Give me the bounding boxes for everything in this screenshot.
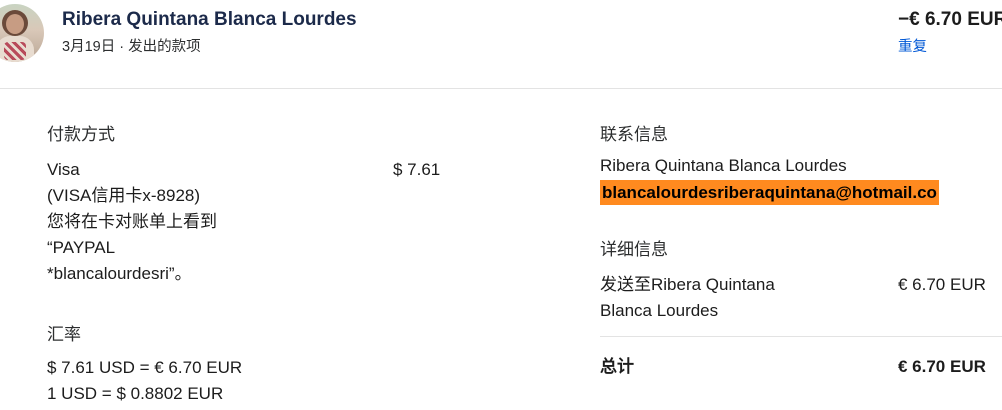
payment-method-amount: $ 7.61: [393, 160, 441, 179]
payment-method-heading: 付款方式: [47, 125, 115, 144]
sent-amount: € 6.70 EUR: [898, 275, 986, 294]
sent-to-line1: 发送至Ribera Quintana: [600, 275, 775, 294]
header-divider: [0, 88, 1002, 89]
payment-method-name: Visa: [47, 160, 80, 179]
sent-to-line2: Blanca Lourdes: [600, 301, 719, 320]
transaction-amount: −€ 6.70 EUR: [898, 9, 1002, 30]
total-label: 总计: [600, 357, 634, 376]
statement-descriptor-line1: 您将在卡对账单上看到: [47, 212, 217, 231]
avatar: [0, 4, 44, 62]
contact-name: Ribera Quintana Blanca Lourdes: [600, 156, 847, 175]
exchange-rate-conversion: $ 7.61 USD = € 6.70 EUR: [47, 358, 243, 377]
contact-email[interactable]: blancalourdesriberaquintana@hotmail.co: [600, 180, 939, 205]
statement-descriptor-line2: “PAYPAL: [47, 238, 116, 257]
repeat-payment-link[interactable]: 重复: [898, 35, 927, 56]
avatar-face: [6, 14, 24, 34]
transaction-date-type: 3月19日 · 发出的款项: [62, 39, 201, 55]
details-heading: 详细信息: [600, 240, 668, 259]
total-divider: [600, 336, 1002, 337]
avatar-body: [0, 36, 34, 62]
payment-card-number: (VISA信用卡x-8928): [47, 186, 201, 205]
exchange-rate-heading: 汇率: [47, 325, 81, 344]
statement-descriptor-line3: *blancalourdesri”。: [47, 264, 192, 283]
contact-info-heading: 联系信息: [600, 125, 668, 144]
transaction-counterparty-name: Ribera Quintana Blanca Lourdes: [62, 9, 357, 30]
exchange-rate-unit: 1 USD = $ 0.8802 EUR: [47, 384, 224, 403]
total-amount: € 6.70 EUR: [898, 357, 986, 376]
